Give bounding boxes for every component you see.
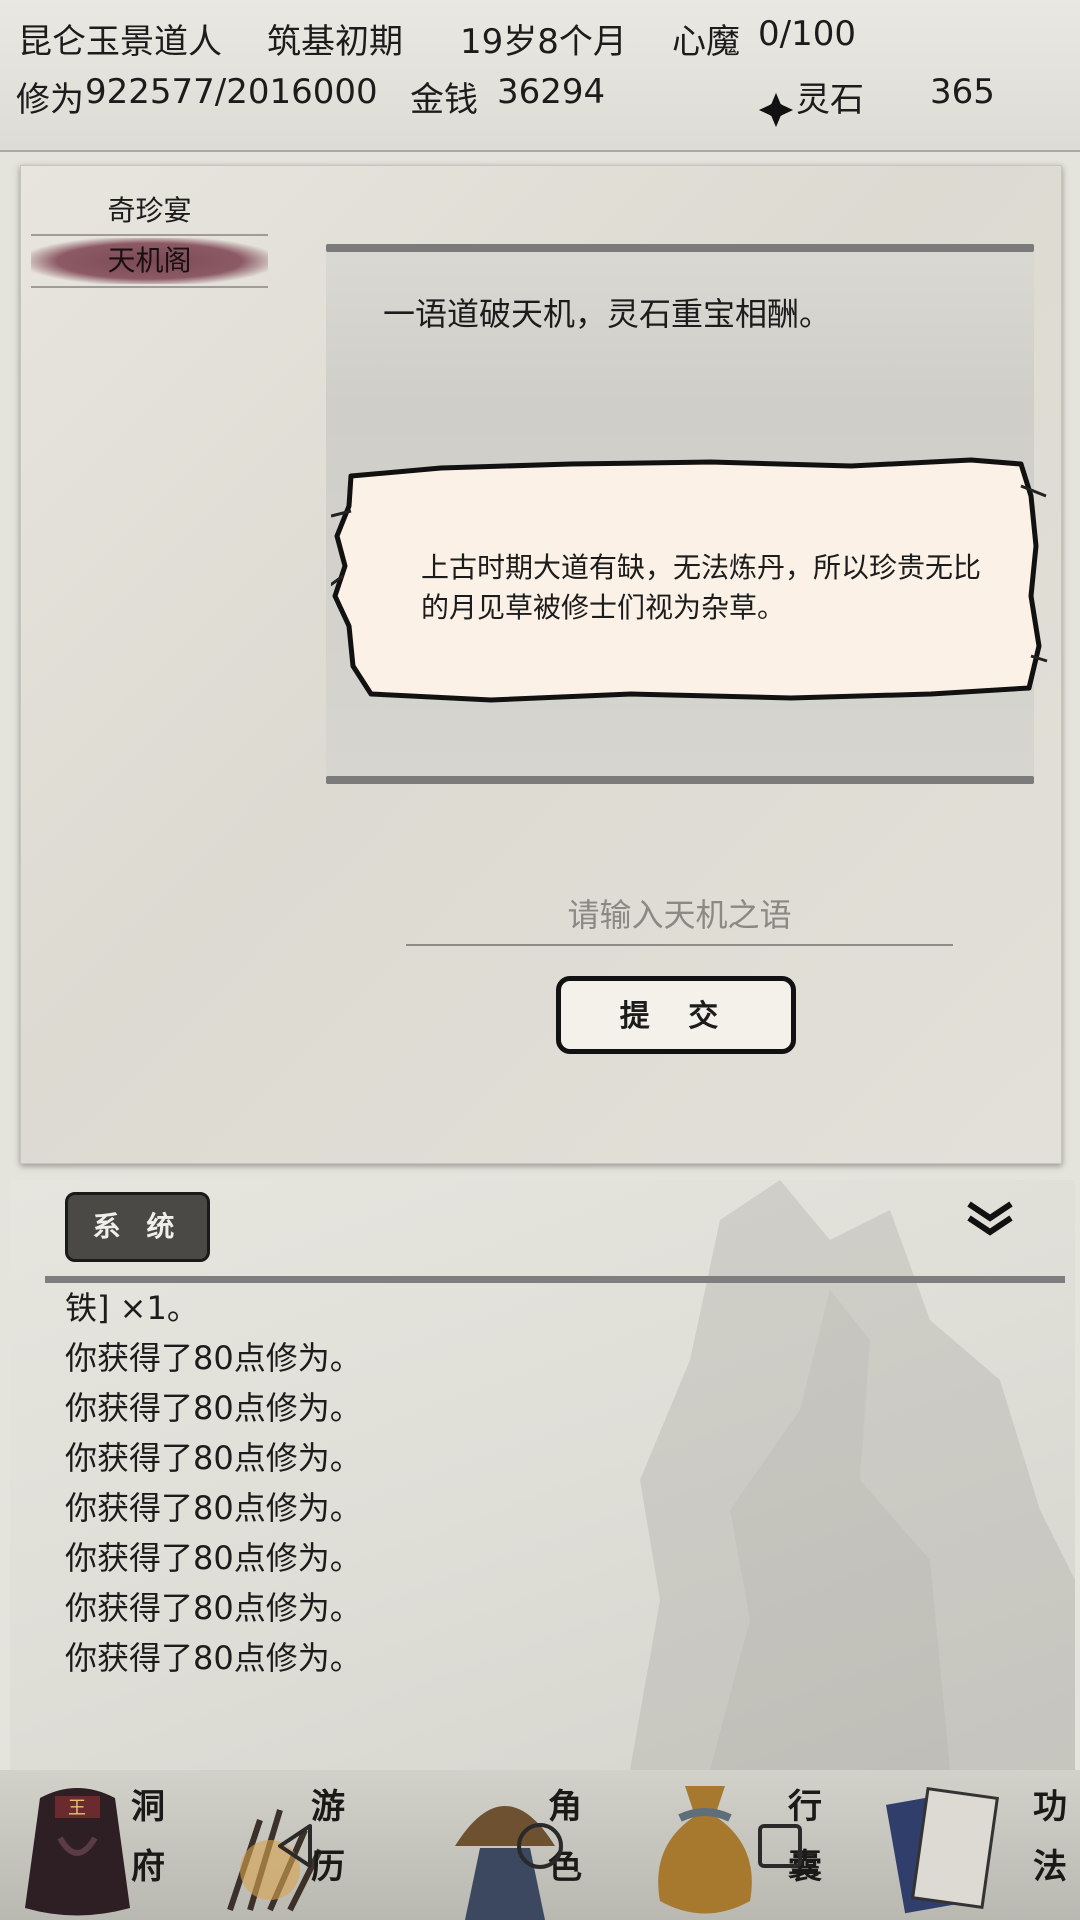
tab-tianjige[interactable]: 天机阁 — [31, 238, 268, 284]
log-list[interactable]: 铁] ×1。 你获得了80点修为。 你获得了80点修为。 你获得了80点修为。 … — [65, 1283, 1045, 1763]
bag-icon — [658, 1786, 752, 1914]
spirit-stone-icon — [758, 92, 794, 128]
cultivation-label: 修为 — [16, 80, 84, 120]
log-line: 你获得了80点修为。 — [65, 1639, 362, 1677]
status-bar: 昆仑 玉景道人 筑基初期 19岁8个月 心魔 0/100 修为 922577/2… — [0, 0, 1080, 152]
riddle-title: 一语道破天机，灵石重宝相酬。 — [383, 295, 832, 333]
tab-divider — [31, 286, 268, 288]
nav-label-bottom: 府 — [131, 1847, 165, 1887]
home-icon[interactable] — [512, 1818, 568, 1874]
nav-label-top: 洞 — [131, 1787, 165, 1827]
realm-text: 筑基初期 — [267, 22, 403, 62]
demon-label: 心魔 — [672, 22, 740, 62]
skill-books-icon — [885, 1786, 1000, 1914]
cave-residence-icon: 王 — [25, 1788, 130, 1916]
log-line: 你获得了80点修为。 — [65, 1539, 362, 1577]
log-line: 你获得了80点修为。 — [65, 1439, 362, 1477]
log-line: 你获得了80点修为。 — [65, 1389, 362, 1427]
nav-gongfa[interactable]: 功 法 — [870, 1770, 1080, 1920]
money-value: 36294 — [497, 72, 606, 112]
tab-divider — [31, 234, 268, 236]
log-line: 你获得了80点修为。 — [65, 1489, 362, 1527]
message-log-panel: 系 统 铁] ×1。 你获得了80点修为。 你获得了80点修为。 你获得了80点… — [10, 1180, 1075, 1770]
log-line: 铁] ×1。 — [65, 1289, 199, 1327]
tab-qizhenyan[interactable]: 奇珍宴 — [31, 188, 268, 234]
top-divider — [326, 244, 1034, 252]
back-icon[interactable] — [268, 1818, 324, 1874]
money-label: 金钱 — [410, 80, 478, 120]
system-tab[interactable]: 系 统 — [65, 1192, 210, 1262]
bottom-divider — [326, 776, 1034, 784]
stone-value: 365 — [930, 72, 995, 112]
log-line: 你获得了80点修为。 — [65, 1589, 362, 1627]
nav-label-top: 功 — [1033, 1787, 1067, 1827]
recent-apps-icon[interactable] — [752, 1818, 808, 1874]
tianji-answer-input[interactable] — [406, 886, 953, 946]
character-name: 玉景道人 — [86, 22, 222, 62]
log-divider — [45, 1276, 1065, 1283]
log-line: 你获得了80点修为。 — [65, 1339, 362, 1377]
stone-label: 灵石 — [796, 80, 864, 120]
hint-text: 上古时期大道有缺，无法炼丹，所以珍贵无比的月见草被修士们视为杂草。 — [421, 551, 982, 624]
age-text: 19岁8个月 — [460, 22, 627, 62]
chevron-double-down-icon[interactable] — [965, 1198, 1015, 1238]
nav-xingnang[interactable]: 行 囊 — [630, 1770, 840, 1920]
location-text: 昆仑 — [18, 22, 86, 62]
nav-dongfu[interactable]: 王 洞 府 — [0, 1770, 210, 1920]
cultivation-value: 922577/2016000 — [85, 72, 378, 112]
demon-value: 0/100 — [758, 14, 856, 54]
nav-label-bottom: 法 — [1033, 1847, 1067, 1887]
tianji-pavilion-panel: 奇珍宴 天机阁 一语道破天机，灵石重宝相酬。 上古时期大道有缺，无法炼丹，所以珍… — [20, 165, 1062, 1164]
svg-text:王: 王 — [68, 1798, 86, 1819]
submit-button[interactable]: 提 交 — [556, 976, 796, 1054]
